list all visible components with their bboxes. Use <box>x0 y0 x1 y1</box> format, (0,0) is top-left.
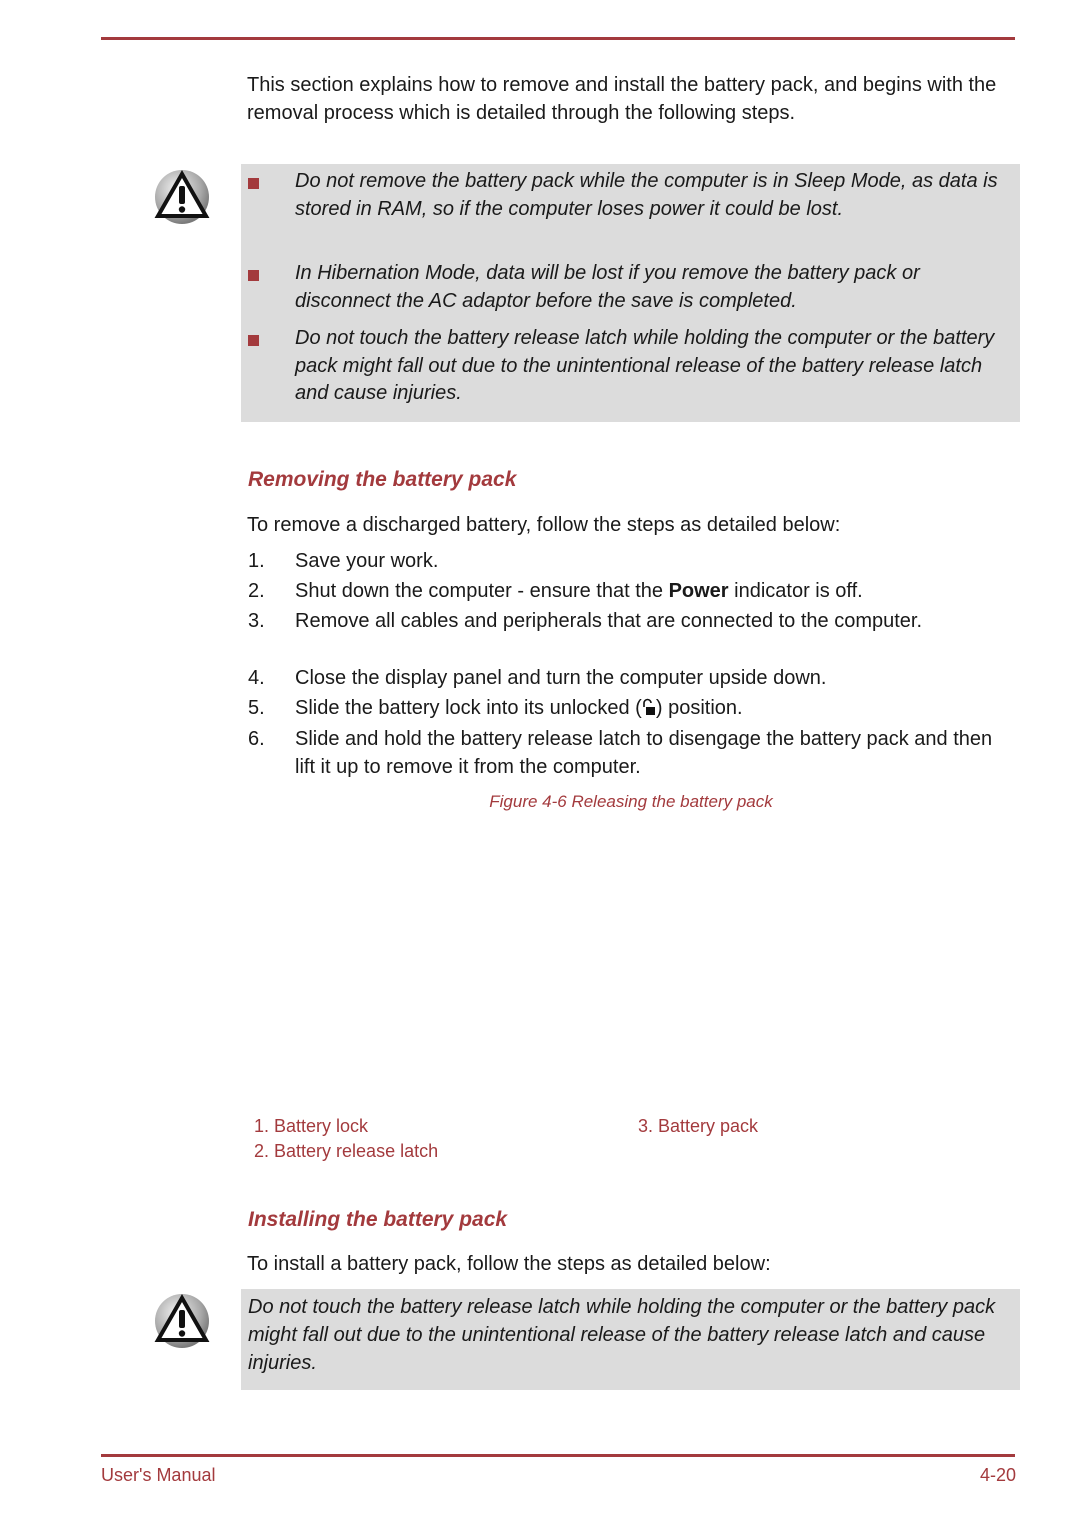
caution-icon <box>154 169 210 224</box>
caution-box: Do not remove the battery pack while the… <box>241 164 1020 422</box>
bullet-square-icon <box>248 178 259 189</box>
caution-icon <box>154 1293 210 1348</box>
footer-manual-title: User's Manual <box>101 1465 216 1485</box>
section-heading-removing: Removing the battery pack <box>248 468 517 491</box>
figure-caption: Figure 4-6 Releasing the battery pack <box>489 792 773 811</box>
legend-item: 2. Battery release latch <box>254 1141 439 1161</box>
intro-paragraph: This section explains how to remove and … <box>247 74 997 124</box>
header-rule <box>101 37 1015 40</box>
legend-item: 1. Battery lock <box>254 1116 369 1136</box>
installing-lead: To install a battery pack, follow the st… <box>247 1253 771 1275</box>
footer-rule <box>101 1454 1015 1457</box>
power-indicator-term: Power <box>668 580 729 602</box>
caution-box-installing: Do not touch the battery release latch w… <box>241 1289 1020 1390</box>
removing-lead: To remove a discharged battery, follow t… <box>247 514 841 536</box>
section-heading-installing: Installing the battery pack <box>248 1208 508 1231</box>
legend-item: 3. Battery pack <box>638 1116 759 1136</box>
figure-image-placeholder <box>248 820 1018 1105</box>
caution-text: Do not touch the battery release latch w… <box>248 1296 996 1374</box>
unlocked-padlock-icon <box>643 698 655 715</box>
bullet-square-icon <box>248 270 259 281</box>
page-number: 4-20 <box>979 1465 1016 1485</box>
bullet-square-icon <box>248 335 259 346</box>
